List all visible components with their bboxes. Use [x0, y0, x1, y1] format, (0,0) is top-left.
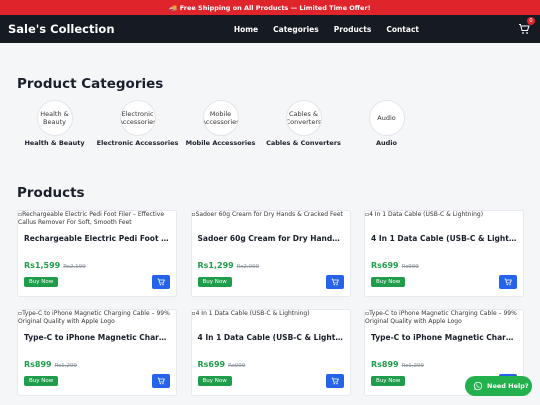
cart-icon — [157, 377, 165, 385]
promo-text: 🚚 Free Shipping on All Products — Limite… — [169, 3, 371, 12]
buy-now-button[interactable]: Buy Now — [371, 376, 406, 386]
product-old-price: Rs1,299 — [54, 363, 78, 369]
add-to-cart-button[interactable] — [152, 275, 170, 289]
product-old-price: Rs2,000 — [236, 264, 260, 270]
category-audio[interactable]: Audio Audio — [349, 100, 424, 147]
product-price: Rs699 — [371, 261, 399, 270]
product-card[interactable]: 4 In 1 Data Cable (USB-C & Lightning) 4 … — [364, 210, 524, 297]
product-price: Rs899 — [24, 360, 52, 369]
product-image[interactable]: 4 In 1 Data Cable (USB-C & Lightning) — [365, 211, 523, 228]
cart-icon — [519, 24, 530, 34]
product-name[interactable]: Sadoer 60g Cream for Dry Hands & C… — [192, 234, 350, 243]
product-price: Rs1,299 — [197, 261, 234, 270]
category-image: Audio — [368, 100, 405, 136]
product-price: Rs699 — [197, 360, 226, 369]
product-old-price: Rs999 — [401, 264, 419, 270]
products-heading: Products — [17, 185, 85, 201]
product-card[interactable]: Rechargeable Electric Pedi Foot Filer – … — [17, 210, 177, 297]
product-name[interactable]: 4 In 1 Data Cable (USB-C & Lightning) — [365, 234, 523, 243]
whatsapp-help-button[interactable]: Need Help? — [465, 376, 532, 396]
promo-banner: 🚚 Free Shipping on All Products — Limite… — [0, 0, 540, 15]
product-card[interactable]: Type-C to iPhone Magnetic Charging Cable… — [17, 309, 177, 396]
product-old-price: Rs2,199 — [63, 264, 86, 270]
product-grid: Rechargeable Electric Pedi Foot Filer – … — [17, 210, 524, 396]
category-electronic-accessories[interactable]: Electronic Accessories Electronic Access… — [97, 100, 178, 147]
brand-logo[interactable]: Sale's Collection — [8, 22, 115, 36]
price-row: Rs699 Rs999 — [371, 261, 419, 270]
product-image[interactable]: Sadoer 60g Cream for Dry Hands & Cracked… — [192, 211, 350, 228]
product-old-price: Rs999 — [228, 363, 246, 369]
category-health-beauty[interactable]: Health & Beauty Health & Beauty — [17, 100, 92, 147]
product-name[interactable]: 4 In 1 Data Cable (USB-C & Lightning) — [192, 333, 350, 342]
add-to-cart-button[interactable] — [325, 275, 344, 289]
categories-heading: Product Categories — [17, 76, 164, 92]
add-to-cart-button[interactable] — [325, 374, 344, 388]
nav-categories[interactable]: Categories — [273, 25, 319, 34]
product-image[interactable]: Rechargeable Electric Pedi Foot Filer – … — [18, 211, 176, 228]
buy-now-button[interactable]: Buy Now — [197, 376, 232, 386]
product-image[interactable]: Type-C to iPhone Magnetic Charging Cable… — [365, 310, 523, 327]
buy-now-button[interactable]: Buy Now — [24, 376, 59, 386]
product-name[interactable]: Type-C to iPhone Magnetic Charging … — [18, 333, 176, 342]
product-old-price: Rs1,299 — [401, 363, 425, 369]
cart-icon — [504, 278, 512, 286]
price-row: Rs899 Rs1,299 — [24, 360, 77, 369]
product-price: Rs899 — [371, 360, 399, 369]
buy-now-button[interactable]: Buy Now — [197, 277, 232, 287]
product-name[interactable]: Rechargeable Electric Pedi Foot Filer … — [18, 234, 176, 243]
cart-count-badge: 0 — [527, 17, 535, 25]
whatsapp-label: Need Help? — [487, 382, 529, 390]
category-label: Electronic Accessories — [96, 139, 179, 147]
nav-home[interactable]: Home — [234, 25, 258, 34]
buy-now-button[interactable]: Buy Now — [371, 277, 406, 287]
nav-products[interactable]: Products — [334, 25, 372, 34]
product-image[interactable]: Type-C to iPhone Magnetic Charging Cable… — [18, 310, 176, 327]
product-image[interactable]: 4 In 1 Data Cable (USB-C & Lightning) — [192, 310, 350, 327]
category-label: Cables & Converters — [266, 139, 341, 147]
whatsapp-icon — [473, 381, 483, 391]
category-cables-converters[interactable]: Cables & Converters Cables & Converters — [266, 100, 341, 147]
price-row: Rs1,599 Rs2,199 — [24, 261, 86, 270]
add-to-cart-button[interactable] — [499, 275, 517, 289]
price-row: Rs699 Rs999 — [198, 360, 246, 369]
main-menu: Home Categories Products Contact — [234, 25, 419, 34]
buy-now-button[interactable]: Buy Now — [24, 277, 59, 287]
price-row: Rs1,299 Rs2,000 — [198, 261, 260, 270]
category-label: Mobile Accessories — [185, 139, 256, 147]
nav-contact[interactable]: Contact — [386, 25, 419, 34]
cart-button[interactable]: 0 — [518, 17, 535, 34]
product-name[interactable]: Type-C to iPhone Magnetic Charging … — [365, 333, 523, 342]
category-image: Electronic Accessories — [119, 100, 156, 136]
category-image: Mobile Accessories — [202, 100, 239, 136]
category-image: Cables & Converters — [285, 100, 322, 136]
category-image: Health & Beauty — [36, 100, 73, 136]
category-list: Health & Beauty Health & Beauty Electron… — [17, 100, 424, 147]
product-card[interactable]: Sadoer 60g Cream for Dry Hands & Cracked… — [190, 210, 351, 297]
cart-icon — [331, 278, 339, 286]
cart-icon — [157, 278, 165, 286]
category-mobile-accessories[interactable]: Mobile Accessories Mobile Accessories — [183, 100, 258, 147]
cart-icon — [331, 377, 339, 385]
product-card[interactable]: 4 In 1 Data Cable (USB-C & Lightning) 4 … — [190, 309, 351, 396]
add-to-cart-button[interactable] — [152, 374, 170, 388]
category-label: Audio — [375, 139, 397, 147]
price-row: Rs899 Rs1,299 — [371, 360, 424, 369]
product-price: Rs1,599 — [24, 261, 61, 270]
navbar: Sale's Collection Home Categories Produc… — [0, 15, 540, 43]
category-label: Health & Beauty — [24, 139, 85, 147]
